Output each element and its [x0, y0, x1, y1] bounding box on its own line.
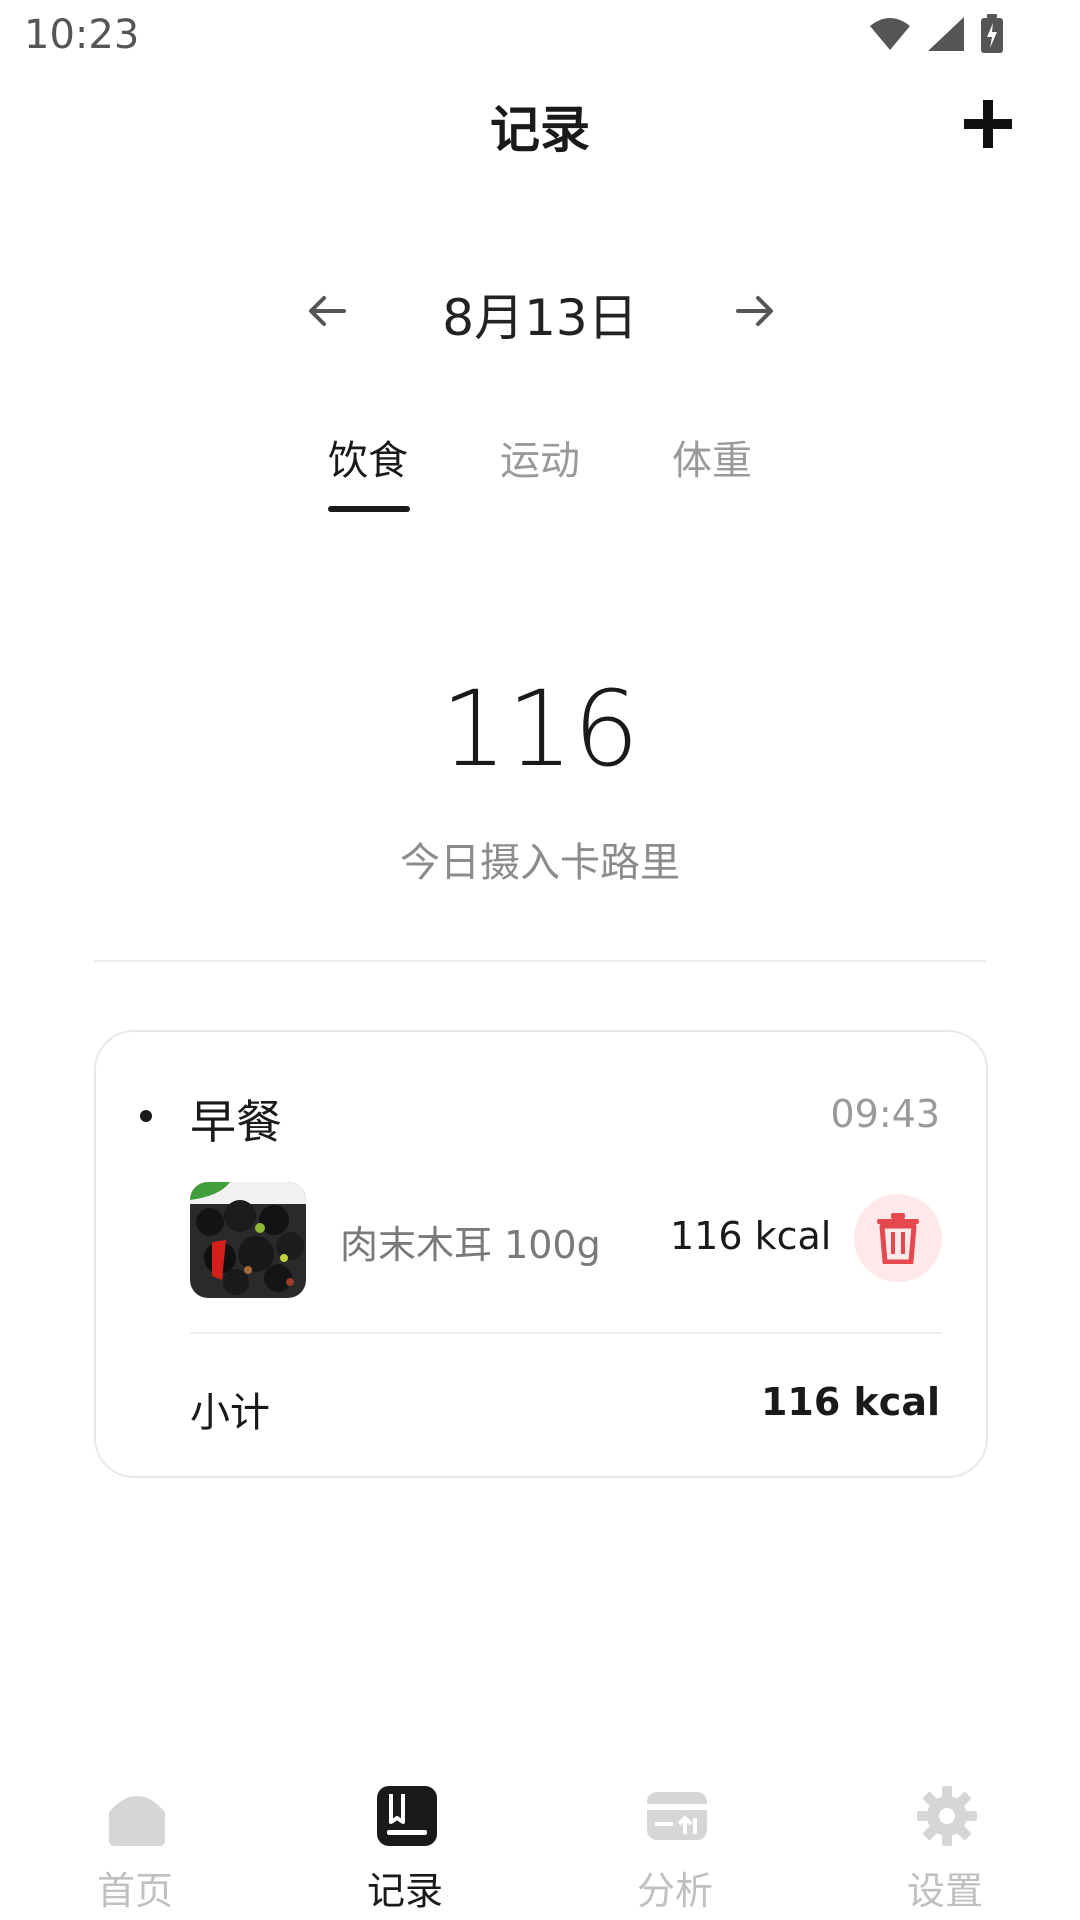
- cellular-signal-icon: [928, 17, 964, 51]
- battery-charging-icon: [981, 14, 1003, 53]
- section-divider: [94, 960, 986, 962]
- next-day-button[interactable]: [730, 286, 780, 336]
- tab-diet[interactable]: 饮食: [308, 428, 428, 486]
- food-item-row[interactable]: 肉末木耳 100g 116 kcal: [190, 1182, 942, 1298]
- app-header: 记录: [0, 72, 1080, 192]
- calorie-total: 116: [440, 668, 640, 790]
- bullet-icon: [140, 1110, 152, 1122]
- trash-icon: [877, 1213, 919, 1264]
- food-name: 肉末木耳 100g: [340, 1223, 601, 1267]
- arrow-right-icon: [736, 296, 773, 326]
- nav-analysis[interactable]: 分析: [540, 1770, 810, 1920]
- tab-exercise[interactable]: 运动: [480, 428, 600, 486]
- subtotal-value: 116 kcal: [760, 1380, 940, 1424]
- bottom-navigation: 首页 记录 分析 设置: [0, 1770, 1080, 1920]
- calorie-caption: 今日摄入卡路里: [400, 840, 680, 886]
- food-calories: 116 kcal: [670, 1214, 832, 1258]
- wifi-icon: [870, 18, 910, 50]
- nav-label: 首页: [96, 1869, 173, 1913]
- active-tab-indicator: [328, 506, 410, 512]
- nav-record[interactable]: 记录: [270, 1770, 540, 1920]
- tab-weight[interactable]: 体重: [652, 428, 772, 486]
- meal-card: 早餐 09:43 肉末木耳 100g 116 kcal 小计 116 kcal: [94, 1030, 988, 1478]
- page-title: 记录: [490, 101, 590, 159]
- nav-settings[interactable]: 设置: [810, 1770, 1080, 1920]
- record-tabs: 饮食 运动 体重: [0, 420, 1080, 520]
- nav-home[interactable]: 首页: [0, 1770, 270, 1920]
- meal-time: 09:43: [830, 1092, 940, 1136]
- nav-label: 记录: [366, 1869, 443, 1913]
- nav-label: 设置: [906, 1869, 983, 1913]
- status-time: 10:23: [24, 12, 140, 58]
- home-icon: [109, 1796, 165, 1846]
- plus-icon: [964, 100, 1012, 148]
- add-button[interactable]: [956, 92, 1020, 156]
- nav-label: 分析: [636, 1869, 713, 1913]
- status-bar: 10:23: [0, 0, 1080, 72]
- status-icons: [868, 14, 1004, 54]
- delete-button[interactable]: [854, 1194, 942, 1282]
- card-divider: [190, 1332, 942, 1334]
- analysis-icon: [647, 1792, 707, 1840]
- current-date: 8月13日: [442, 289, 638, 347]
- book-icon: [377, 1786, 437, 1846]
- subtotal-label: 小计: [190, 1390, 270, 1436]
- gear-icon: [917, 1786, 977, 1846]
- date-navigation: 8月13日: [0, 270, 1080, 350]
- food-thumbnail: [190, 1182, 306, 1298]
- meal-name: 早餐: [190, 1095, 282, 1149]
